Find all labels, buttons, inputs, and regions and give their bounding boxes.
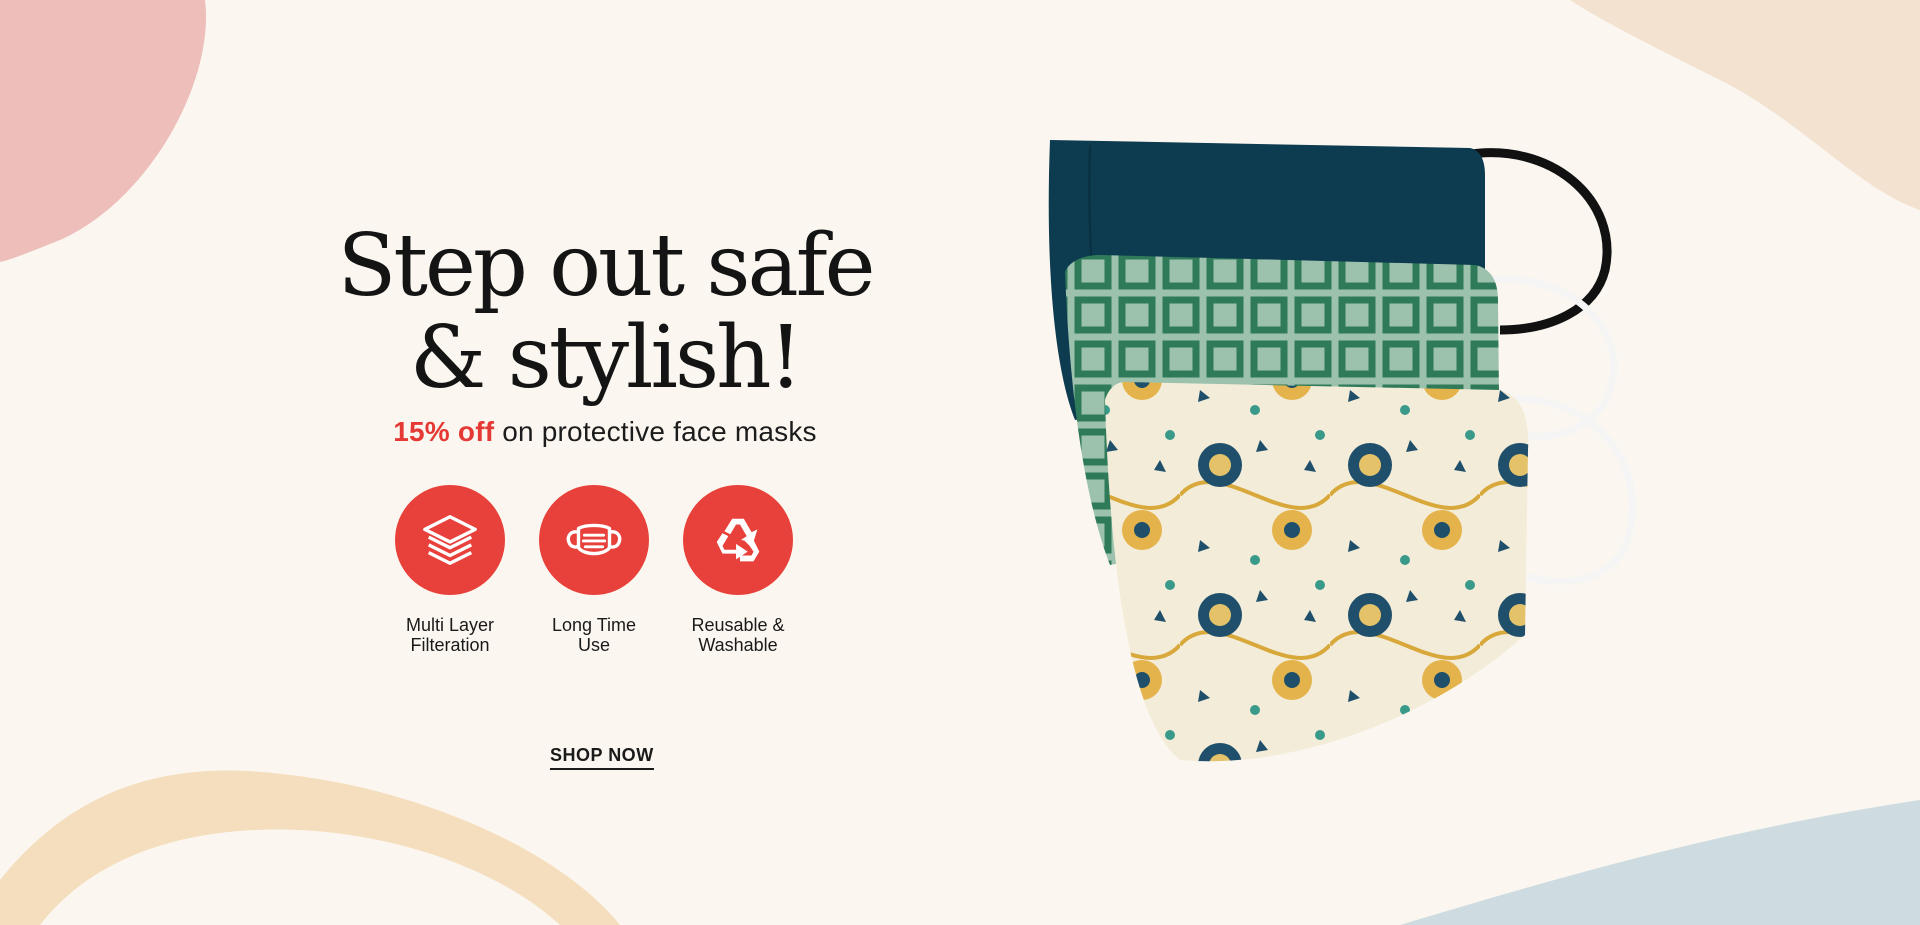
subtitle: 15% off on protective face masks: [300, 416, 910, 448]
face-masks-product-image: [1048, 140, 1636, 762]
feature-reusable: Reusable & Washable: [683, 485, 793, 655]
subtitle-rest: on protective face masks: [494, 416, 817, 447]
discount-text: 15% off: [393, 416, 495, 447]
feature-label-line-1: Reusable &: [691, 615, 785, 635]
hero-text-block: Step out safe & stylish! 15% off on prot…: [300, 220, 910, 448]
headline-line-1: Step out safe: [337, 216, 876, 316]
shop-now-link[interactable]: SHOP NOW: [550, 745, 654, 770]
feature-label-line-1: Long Time: [551, 615, 637, 635]
feature-label-line-2: Filteration: [410, 635, 490, 655]
layers-icon: [423, 515, 477, 565]
feature-label: Long Time Use: [524, 615, 664, 655]
feature-label-line-1: Multi Layer: [405, 615, 495, 635]
feature-long-time-use: Long Time Use: [539, 485, 649, 655]
feature-multi-layer: Multi Layer Filteration: [395, 485, 505, 655]
feature-label-line-2: Use: [577, 635, 610, 655]
headline-line-2: & stylish!: [409, 308, 803, 408]
feature-circle: [539, 485, 649, 595]
feature-label-line-2: Washable: [698, 635, 778, 655]
feature-circle: [395, 485, 505, 595]
face-mask-icon: [566, 523, 622, 556]
feature-label: Multi Layer Filteration: [380, 615, 520, 655]
feature-circle: [683, 485, 793, 595]
recycle-icon: [716, 518, 760, 562]
feature-label: Reusable & Washable: [668, 615, 808, 655]
headline: Step out safe & stylish!: [300, 220, 910, 404]
feature-list: Multi Layer Filteration Long Time Use Re…: [395, 485, 793, 655]
